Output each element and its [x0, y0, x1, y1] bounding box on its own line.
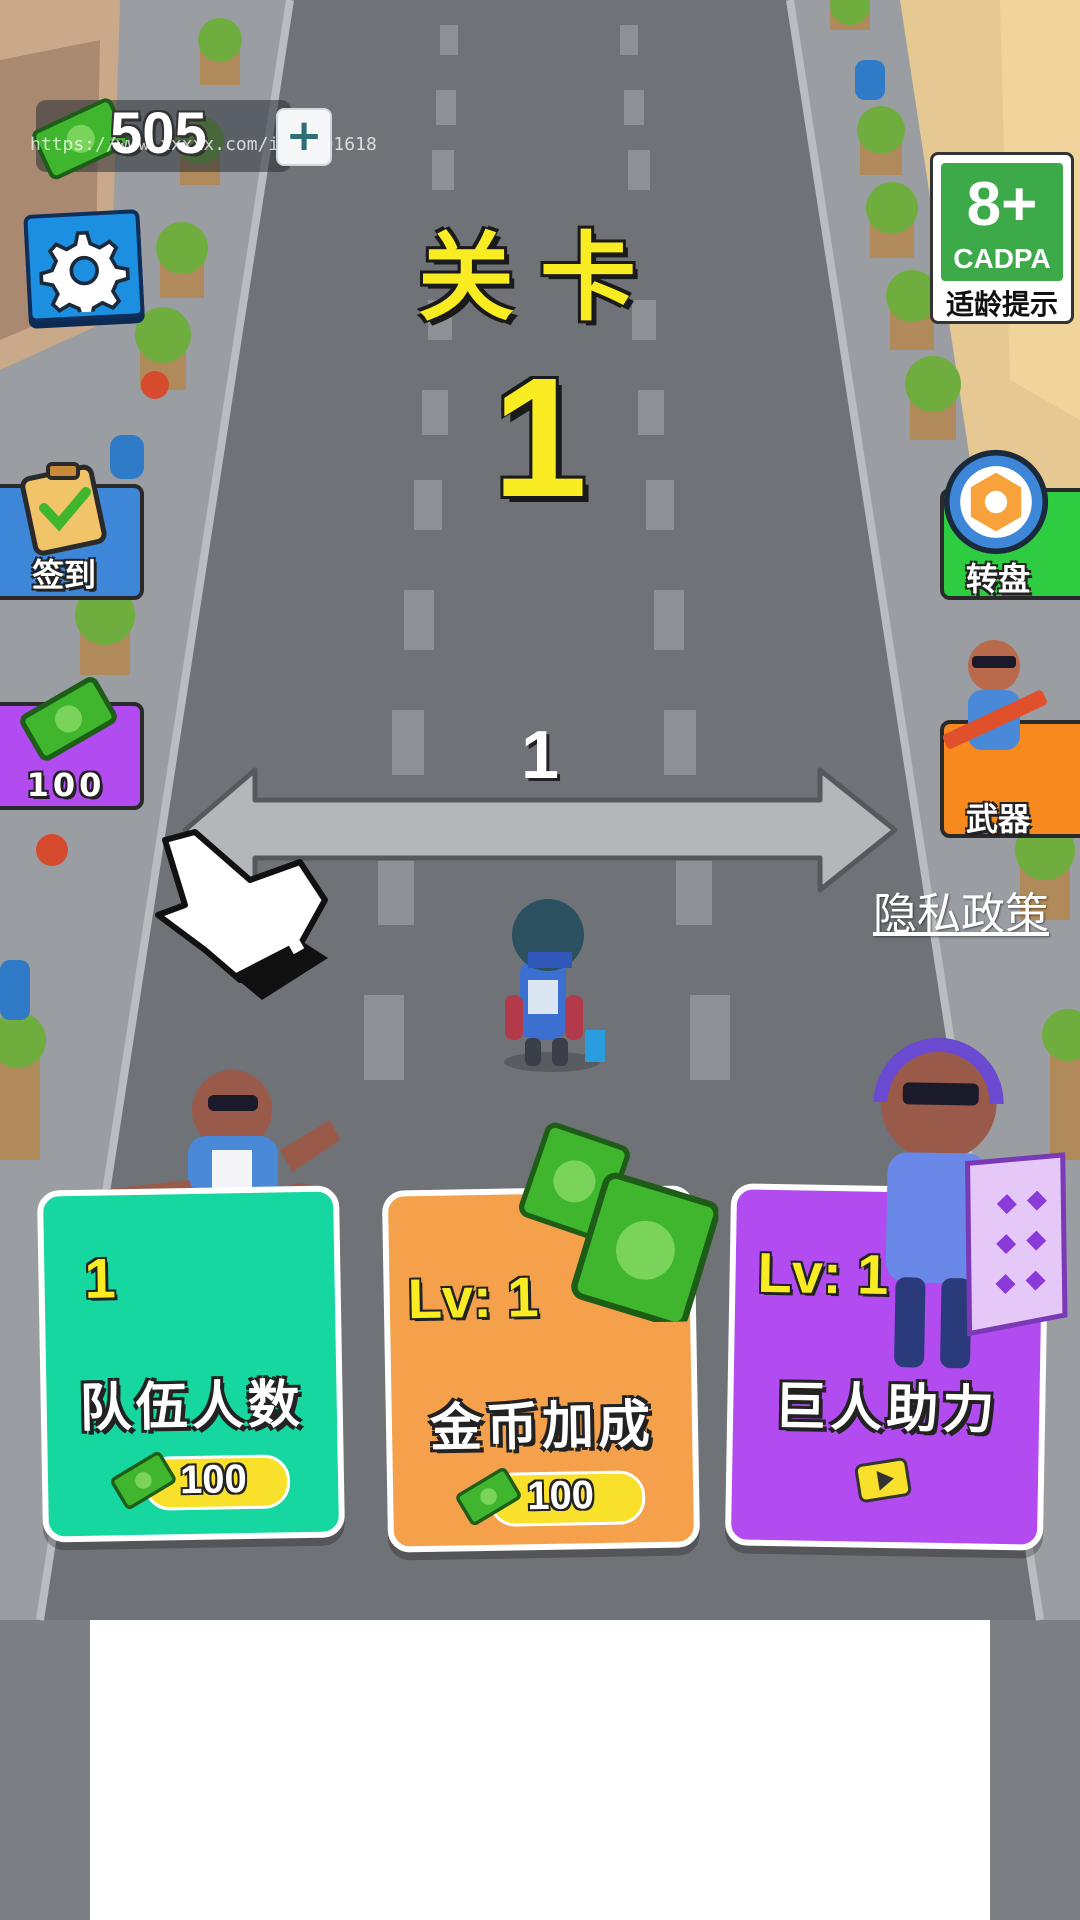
lucky-wheel-label: 转盘	[965, 560, 1030, 598]
lucky-wheel-button[interactable]: 转盘	[940, 449, 1080, 600]
weapon-label: 武器	[965, 800, 1030, 838]
team-size-card[interactable]: 1 队伍人数 100	[36, 1185, 346, 1543]
prize-wheel-icon	[943, 449, 1049, 555]
team-size-cash-icon	[111, 1451, 176, 1509]
coin-bonus-cash-icon	[456, 1467, 521, 1526]
team-size-level: 1	[83, 1246, 117, 1310]
signin-button[interactable]: 签到	[0, 462, 144, 600]
level-number: 1	[492, 343, 588, 533]
team-size-title: 队伍人数	[79, 1375, 305, 1439]
video-ad-icon	[854, 1457, 912, 1503]
swipe-count: 1	[521, 717, 559, 793]
coin-bonus-title: 金币加成	[429, 1395, 655, 1459]
giant-help-card[interactable]: Lv: 1 巨人助力	[724, 1037, 1068, 1551]
ad-banner-area	[90, 1620, 990, 1920]
team-size-price-value: 100	[179, 1457, 248, 1503]
giant-help-title: 巨人助力	[773, 1377, 999, 1441]
giant-character-art	[873, 1037, 1068, 1369]
clipboard-check-icon	[20, 462, 107, 556]
add-cash-button[interactable]: +	[276, 108, 332, 166]
privacy-policy-link[interactable]: 隐私政策	[873, 878, 1049, 942]
giant-help-level: Lv: 1	[757, 1240, 889, 1307]
signin-label: 签到	[31, 556, 96, 594]
coin-bonus-price-value: 100	[526, 1473, 595, 1519]
level-title: 关卡	[418, 222, 662, 334]
coin-bonus-level: Lv: 1	[407, 1265, 539, 1331]
coin-bonus-card[interactable]: Lv: 1 金币加成 100	[381, 1122, 720, 1553]
